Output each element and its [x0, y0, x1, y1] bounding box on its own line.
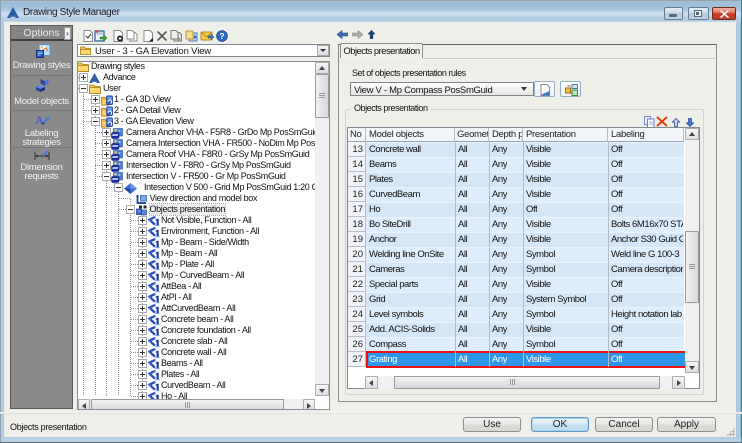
- svg-text:?: ?: [219, 31, 224, 41]
